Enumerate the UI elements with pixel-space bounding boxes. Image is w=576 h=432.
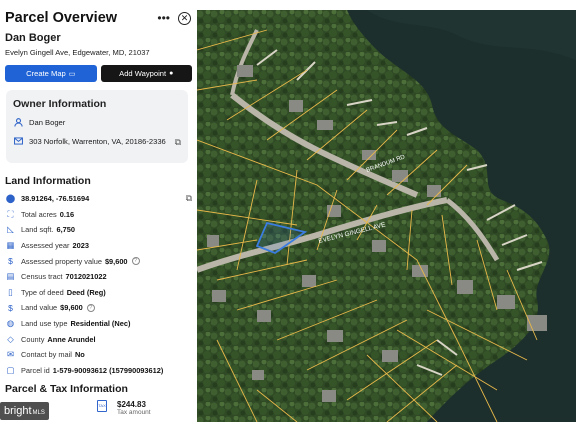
location-pin-icon: ⬤ [5,193,16,204]
land-row-coordinates: ⬤ 38.91264, -76.51694 ⧉ [5,191,192,207]
create-map-label: Create Map [26,69,66,78]
land-info-title: Land Information [5,175,91,187]
owner-mailing-address: 303 Norfolk, Warrenton, VA, 20186-2336 [29,137,166,146]
land-use-value: Residential (Nec) [70,319,131,329]
parcel-id-value: 1-579-90093612 (157990093612) [52,365,164,375]
close-icon[interactable]: ✕ [178,11,191,25]
create-map-button[interactable]: Create Map ▭ [5,65,97,82]
parcel-icon: ▢ [6,364,15,375]
land-row-total-acres: ⛶ Total acres 0.16 [5,207,192,223]
land-row-assessed-value: $ Assessed property value $9,600 ? [5,253,192,269]
land-row-land-value: $ Land value $9,600 ? [5,300,192,316]
dollar-icon: $ [8,256,13,267]
total-acres-label: Total acres [21,209,57,219]
contact-mail-label: Contact by mail [21,350,72,360]
census-tract-label: Census tract [21,272,63,282]
ruler-icon: ◺ [7,224,14,235]
owner-name: Dan Boger [5,32,61,44]
parcel-id-label: Parcel id [21,365,50,375]
panel-title: Parcel Overview [5,10,118,26]
land-value-label: Land value [21,303,58,313]
owner-name-row: Dan Boger [13,118,181,129]
owner-info-card: Owner Information Dan Boger 303 Norfolk,… [6,90,188,163]
county-value: Anne Arundel [47,334,96,344]
land-sqft-value: 6,750 [56,225,75,235]
add-waypoint-label: Add Waypoint [119,69,167,78]
add-waypoint-button[interactable]: Add Waypoint ● [100,65,192,82]
map-icon: ▭ [68,70,76,78]
land-value-value: $9,600 [60,303,83,313]
map-top-strip [197,0,576,10]
census-icon: ▤ [6,271,15,282]
coordinates-value: 38.91264, -76.51694 [21,194,90,204]
dollar-icon: $ [8,302,13,313]
land-info-list: ⬤ 38.91264, -76.51694 ⧉ ⛶ Total acres 0.… [0,187,197,378]
parcel-panel: Parcel Overview ••• ✕ Dan Boger Evelyn G… [0,0,197,432]
watermark-brand: bright [4,405,32,417]
map-bottom-strip [197,422,576,432]
mail-icon: ✉ [6,349,15,360]
land-row-deed-type: ▯ Type of deed Deed (Reg) [5,285,192,301]
location-pin-icon: ● [169,70,174,77]
more-horizontal-icon[interactable]: ••• [157,12,170,24]
owner-info-title: Owner Information [13,98,107,110]
land-row-assessed-year: ▦ Assessed year 2023 [5,238,192,254]
land-row-land-use: ◍ Land use type Residential (Nec) [5,316,192,332]
mail-icon [13,137,24,147]
land-use-label: Land use type [21,319,68,329]
contact-mail-value: No [74,350,85,360]
land-row-county: ◇ County Anne Arundel [5,331,192,347]
panel-header: Parcel Overview ••• ✕ [0,0,197,27]
satellite-map[interactable]: EVELYN GINGELL AVE BRANDUM RD [197,10,576,422]
tax-info-title: Parcel & Tax Information [5,383,128,396]
deed-type-label: Type of deed [21,287,64,297]
brightmls-watermark: brightMLS [0,402,49,420]
tax-amount-block: $244.83 Tax amount [117,400,151,416]
info-icon[interactable]: ? [131,257,140,266]
person-icon [13,118,24,129]
tax-document-icon: TAX [97,400,107,413]
land-row-land-sqft: ◺ Land sqft. 6,750 [5,222,192,238]
watermark-suffix: MLS [32,410,45,416]
census-tract-value: 7012021022 [65,272,107,282]
deed-icon: ▯ [8,286,13,297]
owner-address-row: 303 Norfolk, Warrenton, VA, 20186-2336 ⧉ [13,137,181,148]
assessed-year-value: 2023 [72,241,89,251]
copy-icon[interactable]: ⧉ [175,137,181,148]
county-icon: ◇ [7,333,14,344]
parcel-address: Evelyn Gingell Ave, Edgewater, MD, 21037 [5,48,150,57]
county-label: County [21,334,45,344]
map-canvas[interactable]: EVELYN GINGELL AVE BRANDUM RD [197,10,576,422]
info-icon[interactable]: ? [86,303,95,312]
action-buttons: Create Map ▭ Add Waypoint ● [0,57,197,82]
assessed-value-label: Assessed property value [21,256,102,266]
deed-type-value: Deed (Reg) [66,287,106,297]
owner-info-name: Dan Boger [29,118,66,127]
tax-amount-value: $244.83 [117,400,146,410]
land-row-contact-mail: ✉ Contact by mail No [5,347,192,363]
assessed-year-label: Assessed year [21,241,70,251]
tax-amount-label: Tax amount [117,409,151,417]
total-acres-value: 0.16 [59,209,75,219]
land-row-census-tract: ▤ Census tract 7012021022 [5,269,192,285]
land-row-parcel-id: ▢ Parcel id 1-579-90093612 (157990093612… [5,363,192,379]
assessed-value-value: $9,600 [104,256,128,266]
area-icon: ⛶ [7,208,14,219]
copy-icon[interactable]: ⧉ [186,193,192,204]
land-use-icon: ◍ [6,318,15,329]
land-sqft-label: Land sqft. [21,225,54,235]
calendar-icon: ▦ [6,240,15,251]
